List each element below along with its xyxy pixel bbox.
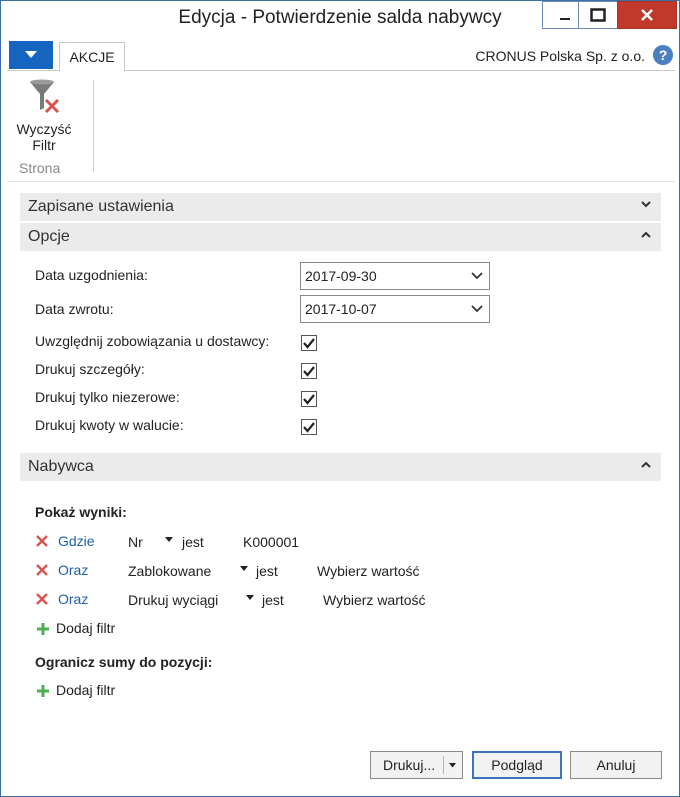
reconciliation-date-value: 2017-09-30 <box>305 268 377 284</box>
reconciliation-date-label: Data uzgodnienia: <box>35 267 148 283</box>
clear-filter-label-2: Filtr <box>32 137 56 153</box>
maximize-button[interactable] <box>578 1 618 29</box>
show-results-label: Pokaż wyniki: <box>35 504 127 520</box>
ribbon-tab-bar: AKCJE CRONUS Polska Sp. z o.o. ? <box>7 39 675 72</box>
section-options[interactable]: Opcje <box>20 223 661 251</box>
company-name: CRONUS Polska Sp. z o.o. <box>475 48 645 64</box>
filter-keyword[interactable]: Oraz <box>58 562 88 578</box>
dropdown-triangle-icon[interactable] <box>240 566 248 572</box>
app-menu-button[interactable] <box>9 41 53 69</box>
print-button[interactable]: Drukuj... <box>370 751 463 779</box>
remove-filter-icon[interactable] <box>36 535 48 547</box>
return-date-value: 2017-10-07 <box>305 301 377 317</box>
checkmark-icon <box>303 422 315 433</box>
checkmark-icon <box>303 338 315 349</box>
return-date-field[interactable]: 2017-10-07 <box>300 295 490 323</box>
filter-field-select[interactable]: Drukuj wyciągi <box>128 592 218 608</box>
cancel-button[interactable]: Anuluj <box>570 751 662 779</box>
close-button[interactable] <box>617 1 677 29</box>
include-vendor-label: Uwzględnij zobowiązania u dostawcy: <box>35 333 270 349</box>
chevron-down-icon[interactable] <box>471 272 483 280</box>
ribbon-group-label: Strona <box>19 160 61 176</box>
minimize-icon <box>560 18 570 20</box>
help-icon[interactable]: ? <box>653 45 673 65</box>
remove-filter-icon[interactable] <box>36 564 48 576</box>
filter-field-select[interactable]: Zablokowane <box>128 563 211 579</box>
print-button-label: Drukuj... <box>383 757 436 773</box>
chevron-up-icon <box>641 461 651 468</box>
reconciliation-date-field[interactable]: 2017-09-30 <box>300 262 490 290</box>
filter-keyword[interactable]: Oraz <box>58 591 88 607</box>
filter-operator: jest <box>262 592 284 608</box>
print-currency-checkbox[interactable] <box>301 419 317 435</box>
filter-value[interactable]: Wybierz wartość <box>317 563 420 579</box>
print-currency-label: Drukuj kwoty w walucie: <box>35 417 184 433</box>
filter-value[interactable]: Wybierz wartość <box>323 592 426 608</box>
maximize-icon <box>590 8 606 22</box>
preview-button[interactable]: Podgląd <box>472 751 562 779</box>
section-options-title: Opcje <box>28 228 70 245</box>
print-details-checkbox[interactable] <box>301 363 317 379</box>
return-date-label: Data zwrotu: <box>35 301 114 317</box>
filter-operator: jest <box>256 563 278 579</box>
chevron-down-icon[interactable] <box>471 305 483 313</box>
include-vendor-checkbox[interactable] <box>301 335 317 351</box>
print-details-label: Drukuj szczegóły: <box>35 361 145 377</box>
section-customer[interactable]: Nabywca <box>20 453 661 481</box>
filter-operator: jest <box>182 534 204 550</box>
add-icon[interactable] <box>36 622 50 636</box>
section-saved-settings[interactable]: Zapisane ustawienia <box>20 193 661 221</box>
filter-value[interactable]: K000001 <box>243 534 299 550</box>
filter-field-select[interactable]: Nr <box>128 534 143 550</box>
print-nonzero-checkbox[interactable] <box>301 391 317 407</box>
split-separator <box>443 756 444 774</box>
checkmark-icon <box>303 366 315 377</box>
add-filter-link[interactable]: Dodaj filtr <box>56 620 115 636</box>
clear-filter-button[interactable]: Wyczyść Filtr <box>15 78 73 158</box>
title-bar: Edycja - Potwierdzenie salda nabywcy <box>1 1 679 37</box>
dropdown-triangle-icon <box>25 51 37 58</box>
add-icon[interactable] <box>36 684 50 698</box>
tab-akcje[interactable]: AKCJE <box>59 42 125 72</box>
remove-filter-icon[interactable] <box>36 593 48 605</box>
clear-filter-icon <box>30 79 60 114</box>
add-limit-filter-link[interactable]: Dodaj filtr <box>56 682 115 698</box>
chevron-up-icon <box>641 231 651 238</box>
clear-filter-label-1: Wyczyść <box>16 121 72 137</box>
limit-totals-label: Ogranicz sumy do pozycji: <box>35 654 213 670</box>
dialog-window: Edycja - Potwierdzenie salda nabywcy AKC… <box>0 0 680 797</box>
close-icon <box>641 9 653 21</box>
print-nonzero-label: Drukuj tylko niezerowe: <box>35 389 180 405</box>
section-customer-title: Nabywca <box>28 458 94 475</box>
section-saved-settings-title: Zapisane ustawienia <box>28 198 174 215</box>
checkmark-icon <box>303 394 315 405</box>
dropdown-triangle-icon[interactable] <box>246 595 254 601</box>
ribbon-panel: Wyczyść Filtr Strona <box>7 72 675 182</box>
dropdown-triangle-icon[interactable] <box>449 763 456 768</box>
filter-keyword[interactable]: Gdzie <box>58 533 95 549</box>
chevron-down-icon <box>641 201 651 208</box>
dropdown-triangle-icon[interactable] <box>165 537 173 543</box>
ribbon-separator <box>93 80 94 172</box>
